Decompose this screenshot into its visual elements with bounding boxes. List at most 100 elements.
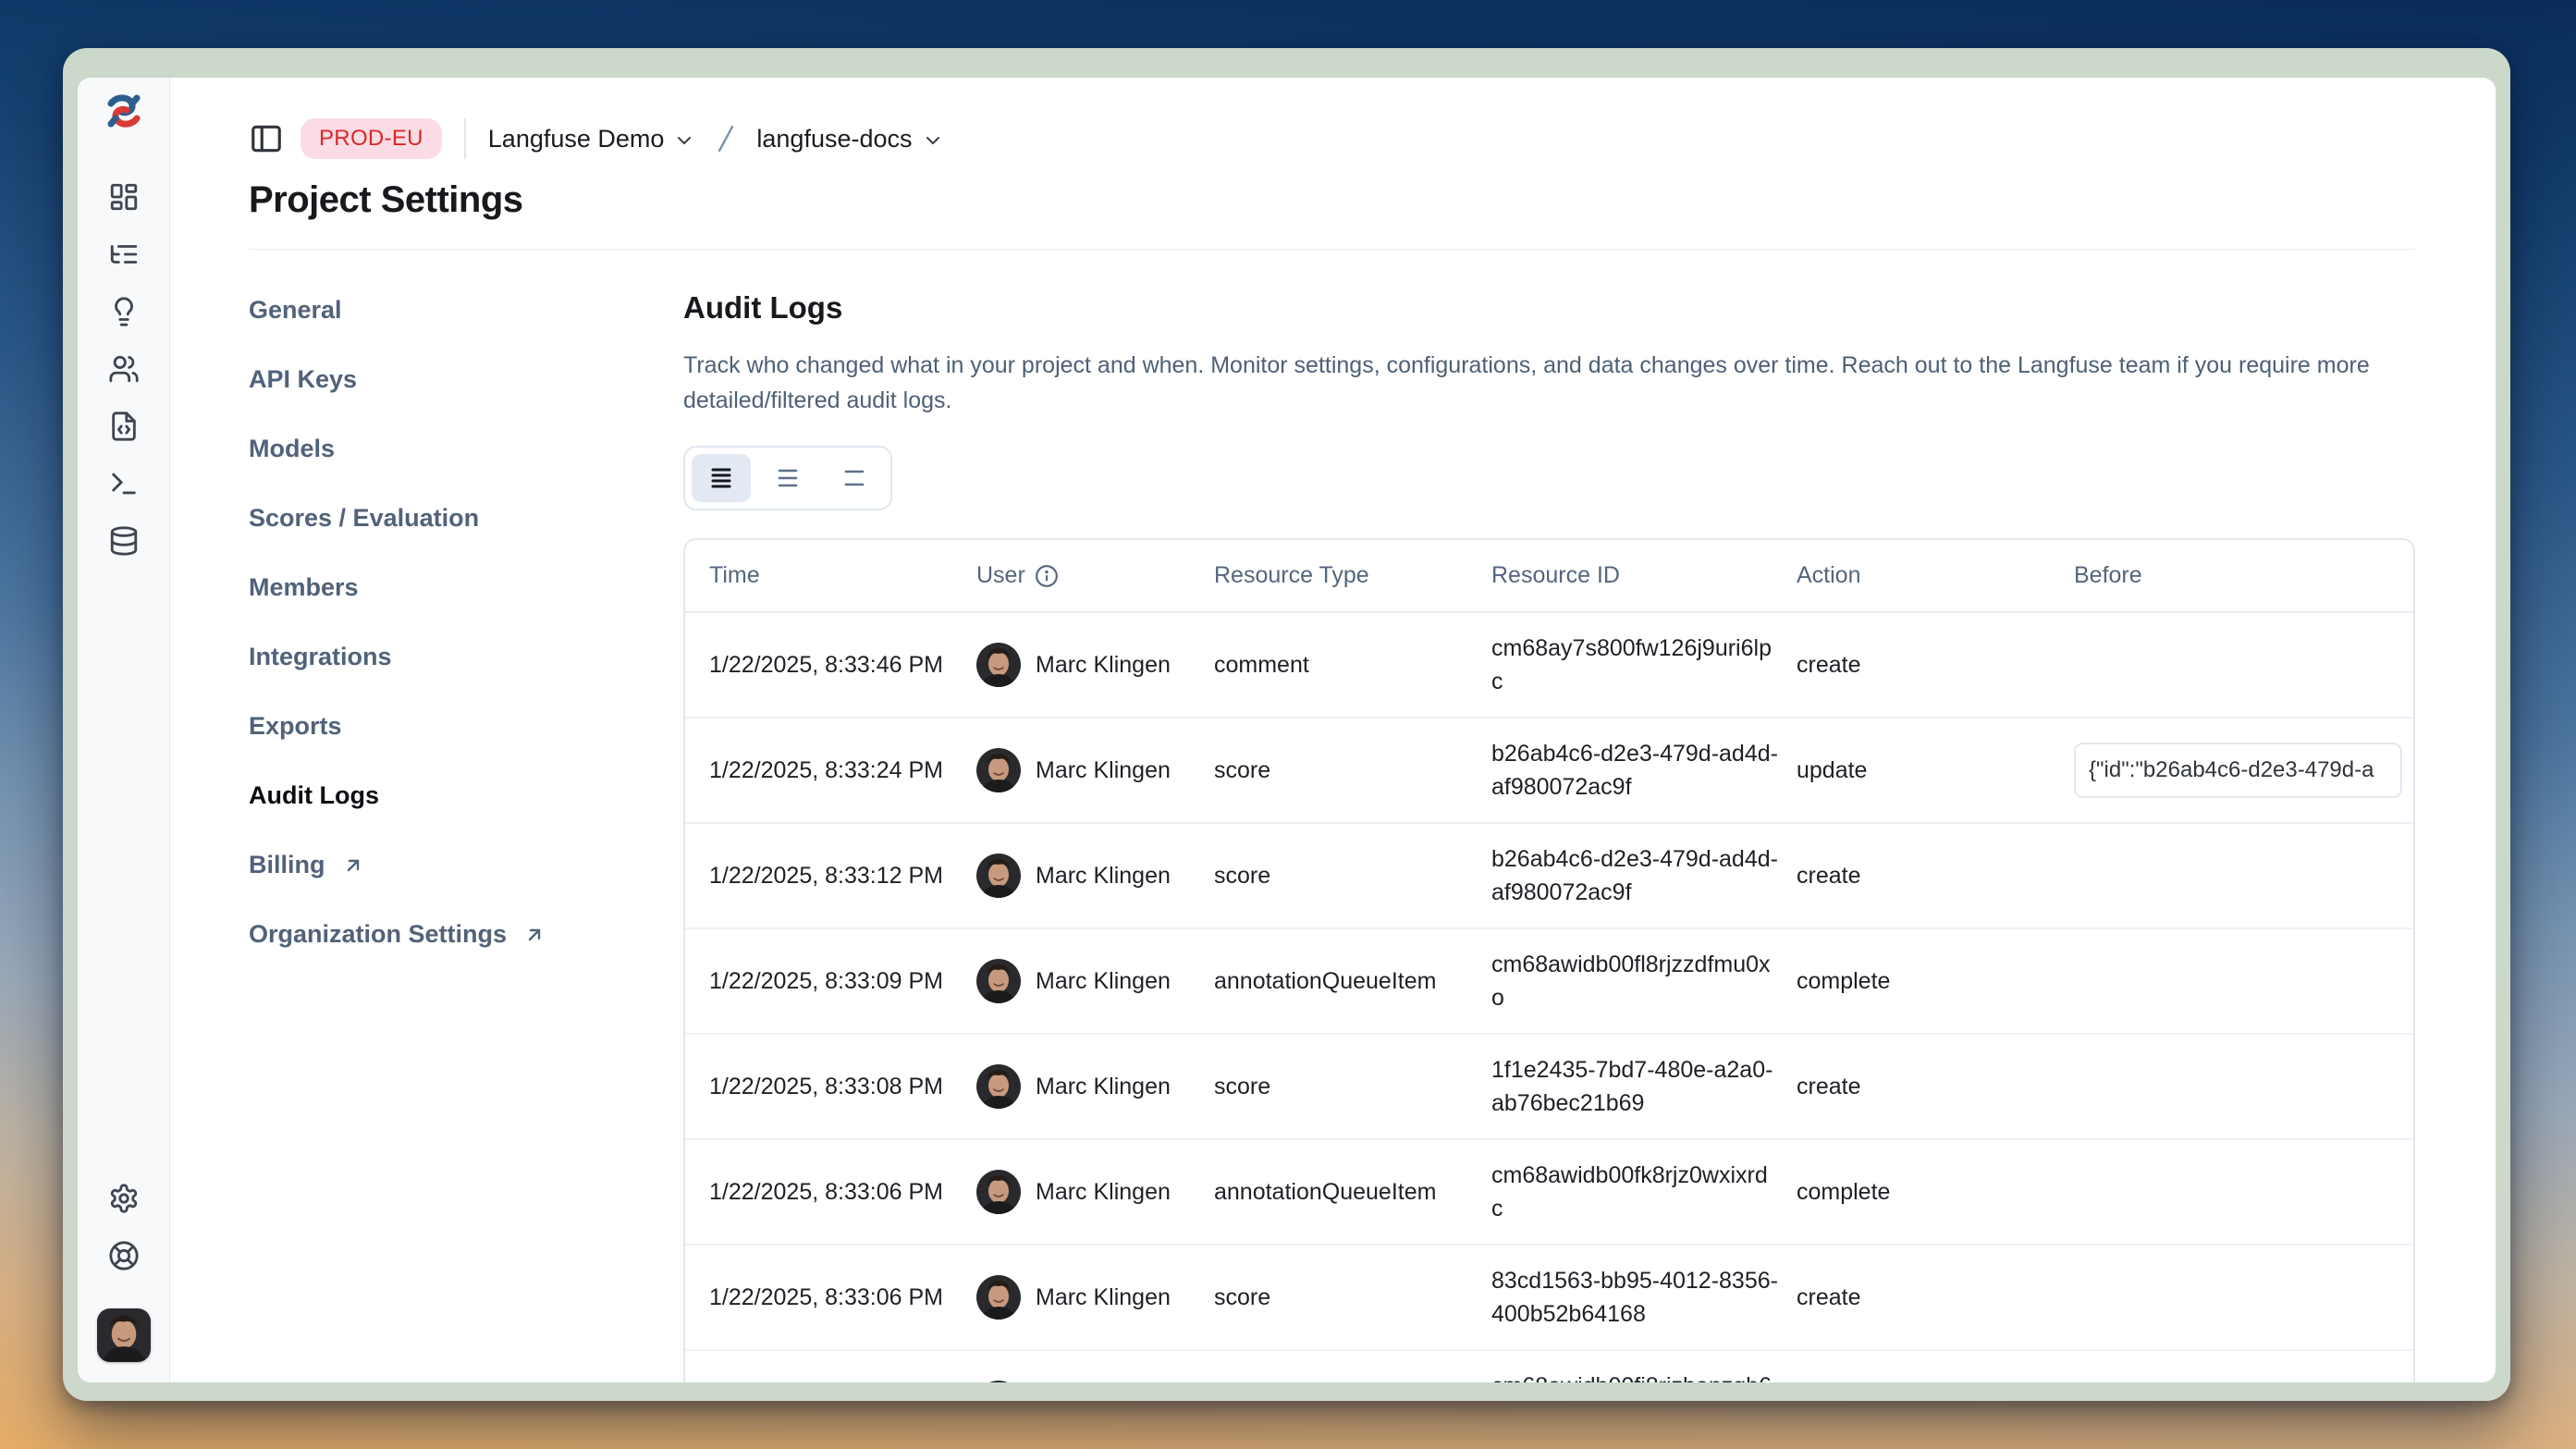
settings-gear-icon[interactable]: [108, 1183, 140, 1214]
user-name: Marc Klingen: [1036, 1175, 1171, 1209]
settings-nav-item-api-keys[interactable]: API Keys: [249, 365, 683, 394]
database-icon[interactable]: [108, 525, 140, 557]
user-name: Marc Klingen: [1036, 859, 1171, 892]
lightbulb-icon[interactable]: [108, 296, 140, 327]
column-header-user: User: [976, 540, 1214, 611]
cell-before: [2074, 857, 2413, 894]
cell-action: create: [1797, 841, 2074, 911]
chevron-down-icon: [922, 129, 944, 152]
column-header-resource-id: Resource ID: [1491, 540, 1797, 611]
cell-resource-id: 83cd1563-bb95-4012-8356-400b52b64168: [1491, 1246, 1797, 1349]
cell-resource-type: annotationQueueItem: [1214, 946, 1491, 1016]
cell-resource-id: cm68awidb00fj8rjzbanzqh6v: [1491, 1351, 1797, 1382]
nav-item-label: Scores / Evaluation: [249, 504, 479, 533]
app-window-content: PROD-EU Langfuse Demo langfuse-docs Proj…: [78, 78, 2496, 1382]
rows-dense-icon: [708, 465, 734, 491]
table-row: 1/22/2025, 8:33:46 PM Marc Klingen comme…: [685, 613, 2413, 718]
org-switcher[interactable]: Langfuse Demo: [488, 125, 696, 153]
section-title: Audit Logs: [683, 290, 2415, 325]
breadcrumb-divider: [464, 118, 466, 159]
user-name: Marc Klingen: [1036, 964, 1171, 998]
nav-item-label: Exports: [249, 712, 342, 741]
support-lifebuoy-icon[interactable]: [108, 1240, 140, 1271]
breadcrumb: PROD-EU Langfuse Demo langfuse-docs: [249, 113, 2415, 165]
environment-badge: PROD-EU: [301, 118, 442, 159]
cell-resource-id: b26ab4c6-d2e3-479d-ad4d-af980072ac9f: [1491, 718, 1797, 822]
cell-resource-type: score: [1214, 841, 1491, 911]
audit-logs-section: Audit Logs Track who changed what in you…: [683, 250, 2415, 1382]
project-switcher[interactable]: langfuse-docs: [756, 125, 943, 153]
user-avatar: [976, 853, 1021, 898]
cell-resource-type: annotationQueueItem: [1214, 1368, 1491, 1382]
account-avatar[interactable]: [97, 1308, 151, 1362]
cell-time: 1/22/2025, 8:33:04 PM: [685, 1368, 976, 1382]
cell-time: 1/22/2025, 8:33:06 PM: [685, 1157, 976, 1227]
row-height-dense-button[interactable]: [692, 454, 751, 502]
row-height-toggle-group: [683, 446, 892, 510]
table-body: 1/22/2025, 8:33:46 PM Marc Klingen comme…: [685, 613, 2413, 1382]
settings-nav-item-general[interactable]: General: [249, 296, 683, 325]
column-header-action: Action: [1797, 540, 2074, 611]
cell-action: create: [1797, 1262, 2074, 1332]
cell-resource-id: cm68ay7s800fw126j9uri6lpc: [1491, 613, 1797, 717]
table-row: 1/22/2025, 8:33:06 PM Marc Klingen score…: [685, 1246, 2413, 1351]
settings-nav-item-models[interactable]: Models: [249, 435, 683, 463]
cell-time: 1/22/2025, 8:33:06 PM: [685, 1262, 976, 1332]
user-avatar: [976, 959, 1021, 1003]
user-avatar: [976, 1275, 1021, 1320]
breadcrumb-slash: [712, 123, 740, 154]
cell-time: 1/22/2025, 8:33:12 PM: [685, 841, 976, 911]
column-header-time: Time: [685, 540, 976, 611]
cell-action: complete: [1797, 946, 2074, 1016]
before-json-chip[interactable]: {"id":"b26ab4c6-d2e3-479d-a: [2074, 743, 2402, 798]
cell-before: [2074, 646, 2413, 683]
file-code-icon[interactable]: [108, 411, 140, 442]
column-header-resource-type: Resource Type: [1214, 540, 1491, 611]
user-avatar: [976, 1064, 1021, 1109]
user-avatar: [976, 748, 1021, 792]
users-icon[interactable]: [108, 353, 140, 385]
settings-nav-item-integrations[interactable]: Integrations: [249, 643, 683, 671]
rows-tall-icon: [841, 465, 867, 491]
table-row: 1/22/2025, 8:33:12 PM Marc Klingen score…: [685, 824, 2413, 929]
cell-resource-type: comment: [1214, 630, 1491, 700]
icon-sidebar: [78, 78, 170, 1382]
column-header-before: Before: [2074, 540, 2413, 611]
nav-item-label: Members: [249, 573, 359, 602]
user-avatar: [976, 1381, 1021, 1382]
cell-resource-type: score: [1214, 1051, 1491, 1122]
cell-time: 1/22/2025, 8:33:08 PM: [685, 1051, 976, 1122]
info-icon[interactable]: [1035, 564, 1059, 588]
row-height-medium-button[interactable]: [758, 454, 817, 502]
user-name: Marc Klingen: [1036, 648, 1171, 682]
nav-item-label: API Keys: [249, 365, 357, 394]
nav-item-label: Organization Settings: [249, 920, 507, 949]
cell-before: {"id":"b26ab4c6-d2e3-479d-a: [2074, 724, 2413, 817]
sidebar-toggle-icon[interactable]: [249, 121, 284, 156]
nav-item-label: Audit Logs: [249, 781, 379, 810]
cell-user: Marc Klingen: [976, 624, 1214, 706]
settings-nav-item-billing[interactable]: Billing: [249, 851, 683, 879]
cell-user: Marc Klingen: [976, 940, 1214, 1022]
table-row: 1/22/2025, 8:33:24 PM Marc Klingen score…: [685, 718, 2413, 824]
cell-user: Marc Klingen: [976, 1151, 1214, 1233]
settings-nav-item-organization-settings[interactable]: Organization Settings: [249, 920, 683, 949]
row-height-tall-button[interactable]: [825, 454, 884, 502]
table-row: 1/22/2025, 8:33:06 PM Marc Klingen annot…: [685, 1140, 2413, 1246]
settings-nav-item-audit-logs[interactable]: Audit Logs: [249, 781, 683, 810]
langfuse-logo-icon[interactable]: [104, 91, 144, 131]
settings-nav-item-exports[interactable]: Exports: [249, 712, 683, 741]
cell-action: complete: [1797, 1157, 2074, 1227]
cell-time: 1/22/2025, 8:33:46 PM: [685, 630, 976, 700]
main-area: PROD-EU Langfuse Demo langfuse-docs Proj…: [170, 78, 2496, 1382]
rows-medium-icon: [775, 465, 801, 491]
audit-log-table: Time User Resource Type Resource ID Acti…: [683, 538, 2415, 1382]
terminal-icon[interactable]: [108, 468, 140, 499]
settings-nav-item-members[interactable]: Members: [249, 573, 683, 602]
traces-tree-icon[interactable]: [108, 239, 140, 270]
app-window: PROD-EU Langfuse Demo langfuse-docs Proj…: [63, 48, 2510, 1401]
cell-action: update: [1797, 735, 2074, 805]
section-description: Track who changed what in your project a…: [683, 348, 2394, 418]
settings-nav-item-scores-evaluation[interactable]: Scores / Evaluation: [249, 504, 683, 533]
dashboard-icon[interactable]: [108, 181, 140, 213]
